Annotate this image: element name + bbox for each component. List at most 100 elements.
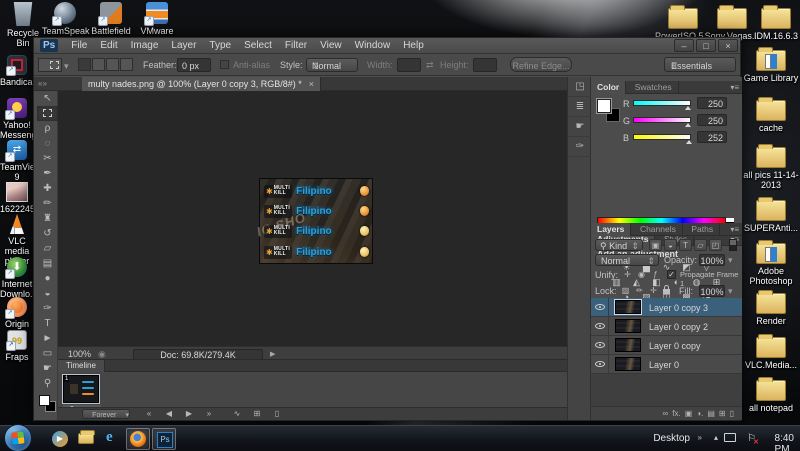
foreground-swatch[interactable] xyxy=(596,98,612,114)
taskbar-explorer[interactable] xyxy=(74,428,98,450)
next-frame-button[interactable]: » xyxy=(202,409,216,419)
red-slider-thumb[interactable] xyxy=(685,106,691,110)
clone-stamp-tool[interactable]: ♜ xyxy=(37,211,58,226)
new-group-icon[interactable]: ▤ xyxy=(707,408,715,420)
taskbar-wmp[interactable]: ▶ xyxy=(48,428,72,450)
path-selection-tool[interactable]: ► xyxy=(37,331,58,346)
workspace-switcher[interactable]: Essentials ⇕ xyxy=(664,57,736,72)
tab-color[interactable]: Color xyxy=(591,81,627,94)
start-button[interactable] xyxy=(4,424,32,451)
clock[interactable]: 8:40 PM xyxy=(775,433,794,451)
delete-frame-button[interactable]: ▯ xyxy=(270,409,284,419)
swap-dimensions-icon[interactable]: ⇄ xyxy=(426,60,434,71)
filter-toggle-switch[interactable] xyxy=(729,239,737,251)
visibility-cell[interactable] xyxy=(591,298,609,316)
filter-kind-dropdown[interactable]: ⚲ Kind ⇕ xyxy=(595,239,643,251)
desktop-icon-fraps[interactable]: 99 Fraps xyxy=(0,330,34,362)
tab-swatches[interactable]: Swatches xyxy=(629,81,679,94)
subtract-selection-icon[interactable] xyxy=(106,58,119,71)
layer-thumbnail[interactable] xyxy=(614,299,642,315)
blur-tool[interactable]: ● xyxy=(37,271,58,286)
layer-row-2[interactable]: Layer 0 copy xyxy=(591,336,742,355)
menu-edit[interactable]: Edit xyxy=(100,40,117,51)
tab-layers[interactable]: Layers xyxy=(591,223,632,236)
eye-icon[interactable] xyxy=(595,304,605,310)
first-frame-button[interactable]: « xyxy=(142,409,156,419)
loop-mode-dropdown[interactable]: Forever ▾ xyxy=(82,409,130,419)
healing-brush-tool[interactable]: ✚ xyxy=(37,181,58,196)
zoom-level[interactable]: 100% xyxy=(68,349,91,359)
eye-icon[interactable] xyxy=(595,342,605,348)
desktop-icon-bandicam[interactable]: Bandicam xyxy=(0,55,40,87)
pixel-layer-filter-icon[interactable]: ▣ xyxy=(649,239,662,251)
height-input[interactable] xyxy=(473,58,497,72)
menu-window[interactable]: Window xyxy=(355,40,391,51)
panel-menu-icon[interactable]: ▾≡ xyxy=(730,225,739,234)
feather-input[interactable]: 0 px xyxy=(177,58,211,72)
taskbar-firefox[interactable] xyxy=(126,428,150,450)
visibility-cell[interactable] xyxy=(591,336,609,354)
desktop-icon-cache[interactable]: cache xyxy=(742,97,800,133)
layer-thumbnail[interactable] xyxy=(615,357,641,371)
previous-frame-button[interactable]: ◀ xyxy=(162,409,176,419)
desktop-icon-vlc-media[interactable]: VLC.Media... xyxy=(742,334,800,370)
layer-mask-icon[interactable]: ▣ xyxy=(685,408,693,420)
preset-caret-icon[interactable]: ▾ xyxy=(64,61,69,72)
rectangle-tool[interactable]: ▭ xyxy=(37,346,58,361)
history-panel-icon[interactable]: ◳ xyxy=(568,77,592,97)
canvas-area[interactable]: IC SHO ✱MULTIKILL Filipino ✱MULTIKILL Fi… xyxy=(58,91,567,346)
crop-tool[interactable]: ✂ xyxy=(37,151,58,166)
menu-layer[interactable]: Layer xyxy=(171,40,196,51)
taskbar-photoshop[interactable]: Ps xyxy=(152,428,176,450)
desktop-icon-adobe-photoshop[interactable]: Adobe Photoshop xyxy=(742,240,800,286)
desktop-icon-teamviewer[interactable]: ⇄ TeamViewer 9 xyxy=(0,140,49,182)
menu-help[interactable]: Help xyxy=(403,40,424,51)
desktop-icon-idm-app[interactable]: ⬇ Internet Downlo... xyxy=(0,257,38,299)
menu-select[interactable]: Select xyxy=(244,40,272,51)
tab-paths[interactable]: Paths xyxy=(685,223,721,236)
lock-transparency-icon[interactable]: ▨ xyxy=(619,285,632,297)
history-brush-tool[interactable]: ↺ xyxy=(37,226,58,241)
gradient-tool[interactable]: ▤ xyxy=(37,256,58,271)
close-button[interactable]: × xyxy=(718,39,738,52)
add-selection-icon[interactable] xyxy=(92,58,105,71)
type-layer-filter-icon[interactable]: T xyxy=(679,239,692,251)
unify-style-icon[interactable]: ƒ xyxy=(649,269,662,281)
menu-filter[interactable]: Filter xyxy=(285,40,307,51)
tab-scroll-icon[interactable]: «» xyxy=(38,79,47,88)
zoom-tool[interactable]: ⚲ xyxy=(37,376,58,391)
lock-all-icon[interactable] xyxy=(663,284,670,296)
fill-caret-icon[interactable]: ▾ xyxy=(728,286,733,297)
new-layer-icon[interactable]: ⊞ xyxy=(719,408,726,420)
type-tool[interactable]: T xyxy=(37,316,58,331)
desktop-icon-photo[interactable]: 1622245_10 xyxy=(0,182,50,214)
network-icon[interactable] xyxy=(724,433,736,442)
panel-menu-icon[interactable]: ▾≡ xyxy=(730,83,739,92)
blue-value[interactable]: 252 xyxy=(697,131,727,143)
tool-preset-picker[interactable] xyxy=(38,58,62,72)
blend-mode-dropdown[interactable]: Normal ⇕ xyxy=(595,254,659,266)
dodge-tool[interactable]: ◒ xyxy=(37,286,58,301)
unify-position-icon[interactable]: ✛ xyxy=(621,269,634,281)
shape-layer-filter-icon[interactable]: ▱ xyxy=(694,239,707,251)
adjustment-layer-filter-icon[interactable]: ◒ xyxy=(664,239,677,251)
quick-selection-tool[interactable]: ◌ xyxy=(37,136,58,151)
opacity-value[interactable]: 100% xyxy=(699,254,725,266)
pen-tool[interactable]: ✑ xyxy=(37,301,58,316)
menu-view[interactable]: View xyxy=(320,40,342,51)
tray-expand-icon[interactable]: ▴ xyxy=(714,433,718,442)
tab-close-icon[interactable]: × xyxy=(309,79,314,89)
propagate-checkbox[interactable]: ✓ xyxy=(667,270,676,279)
play-button[interactable]: ▶ xyxy=(182,409,196,419)
blue-slider-thumb[interactable] xyxy=(686,140,692,144)
width-input[interactable] xyxy=(397,58,421,72)
menu-image[interactable]: Image xyxy=(131,40,159,51)
desktop-icon-render[interactable]: Render xyxy=(742,290,800,326)
green-slider[interactable] xyxy=(633,117,691,123)
menu-type[interactable]: Type xyxy=(209,40,231,51)
style-dropdown[interactable]: Normal ⇕ xyxy=(306,58,358,72)
new-selection-icon[interactable] xyxy=(78,58,91,71)
delete-layer-icon[interactable]: ▯ xyxy=(730,408,734,420)
desktop-icon-yahoo-messenger[interactable]: Yahoo! Messenger xyxy=(0,98,45,140)
tab-timeline[interactable]: Timeline xyxy=(58,360,105,372)
